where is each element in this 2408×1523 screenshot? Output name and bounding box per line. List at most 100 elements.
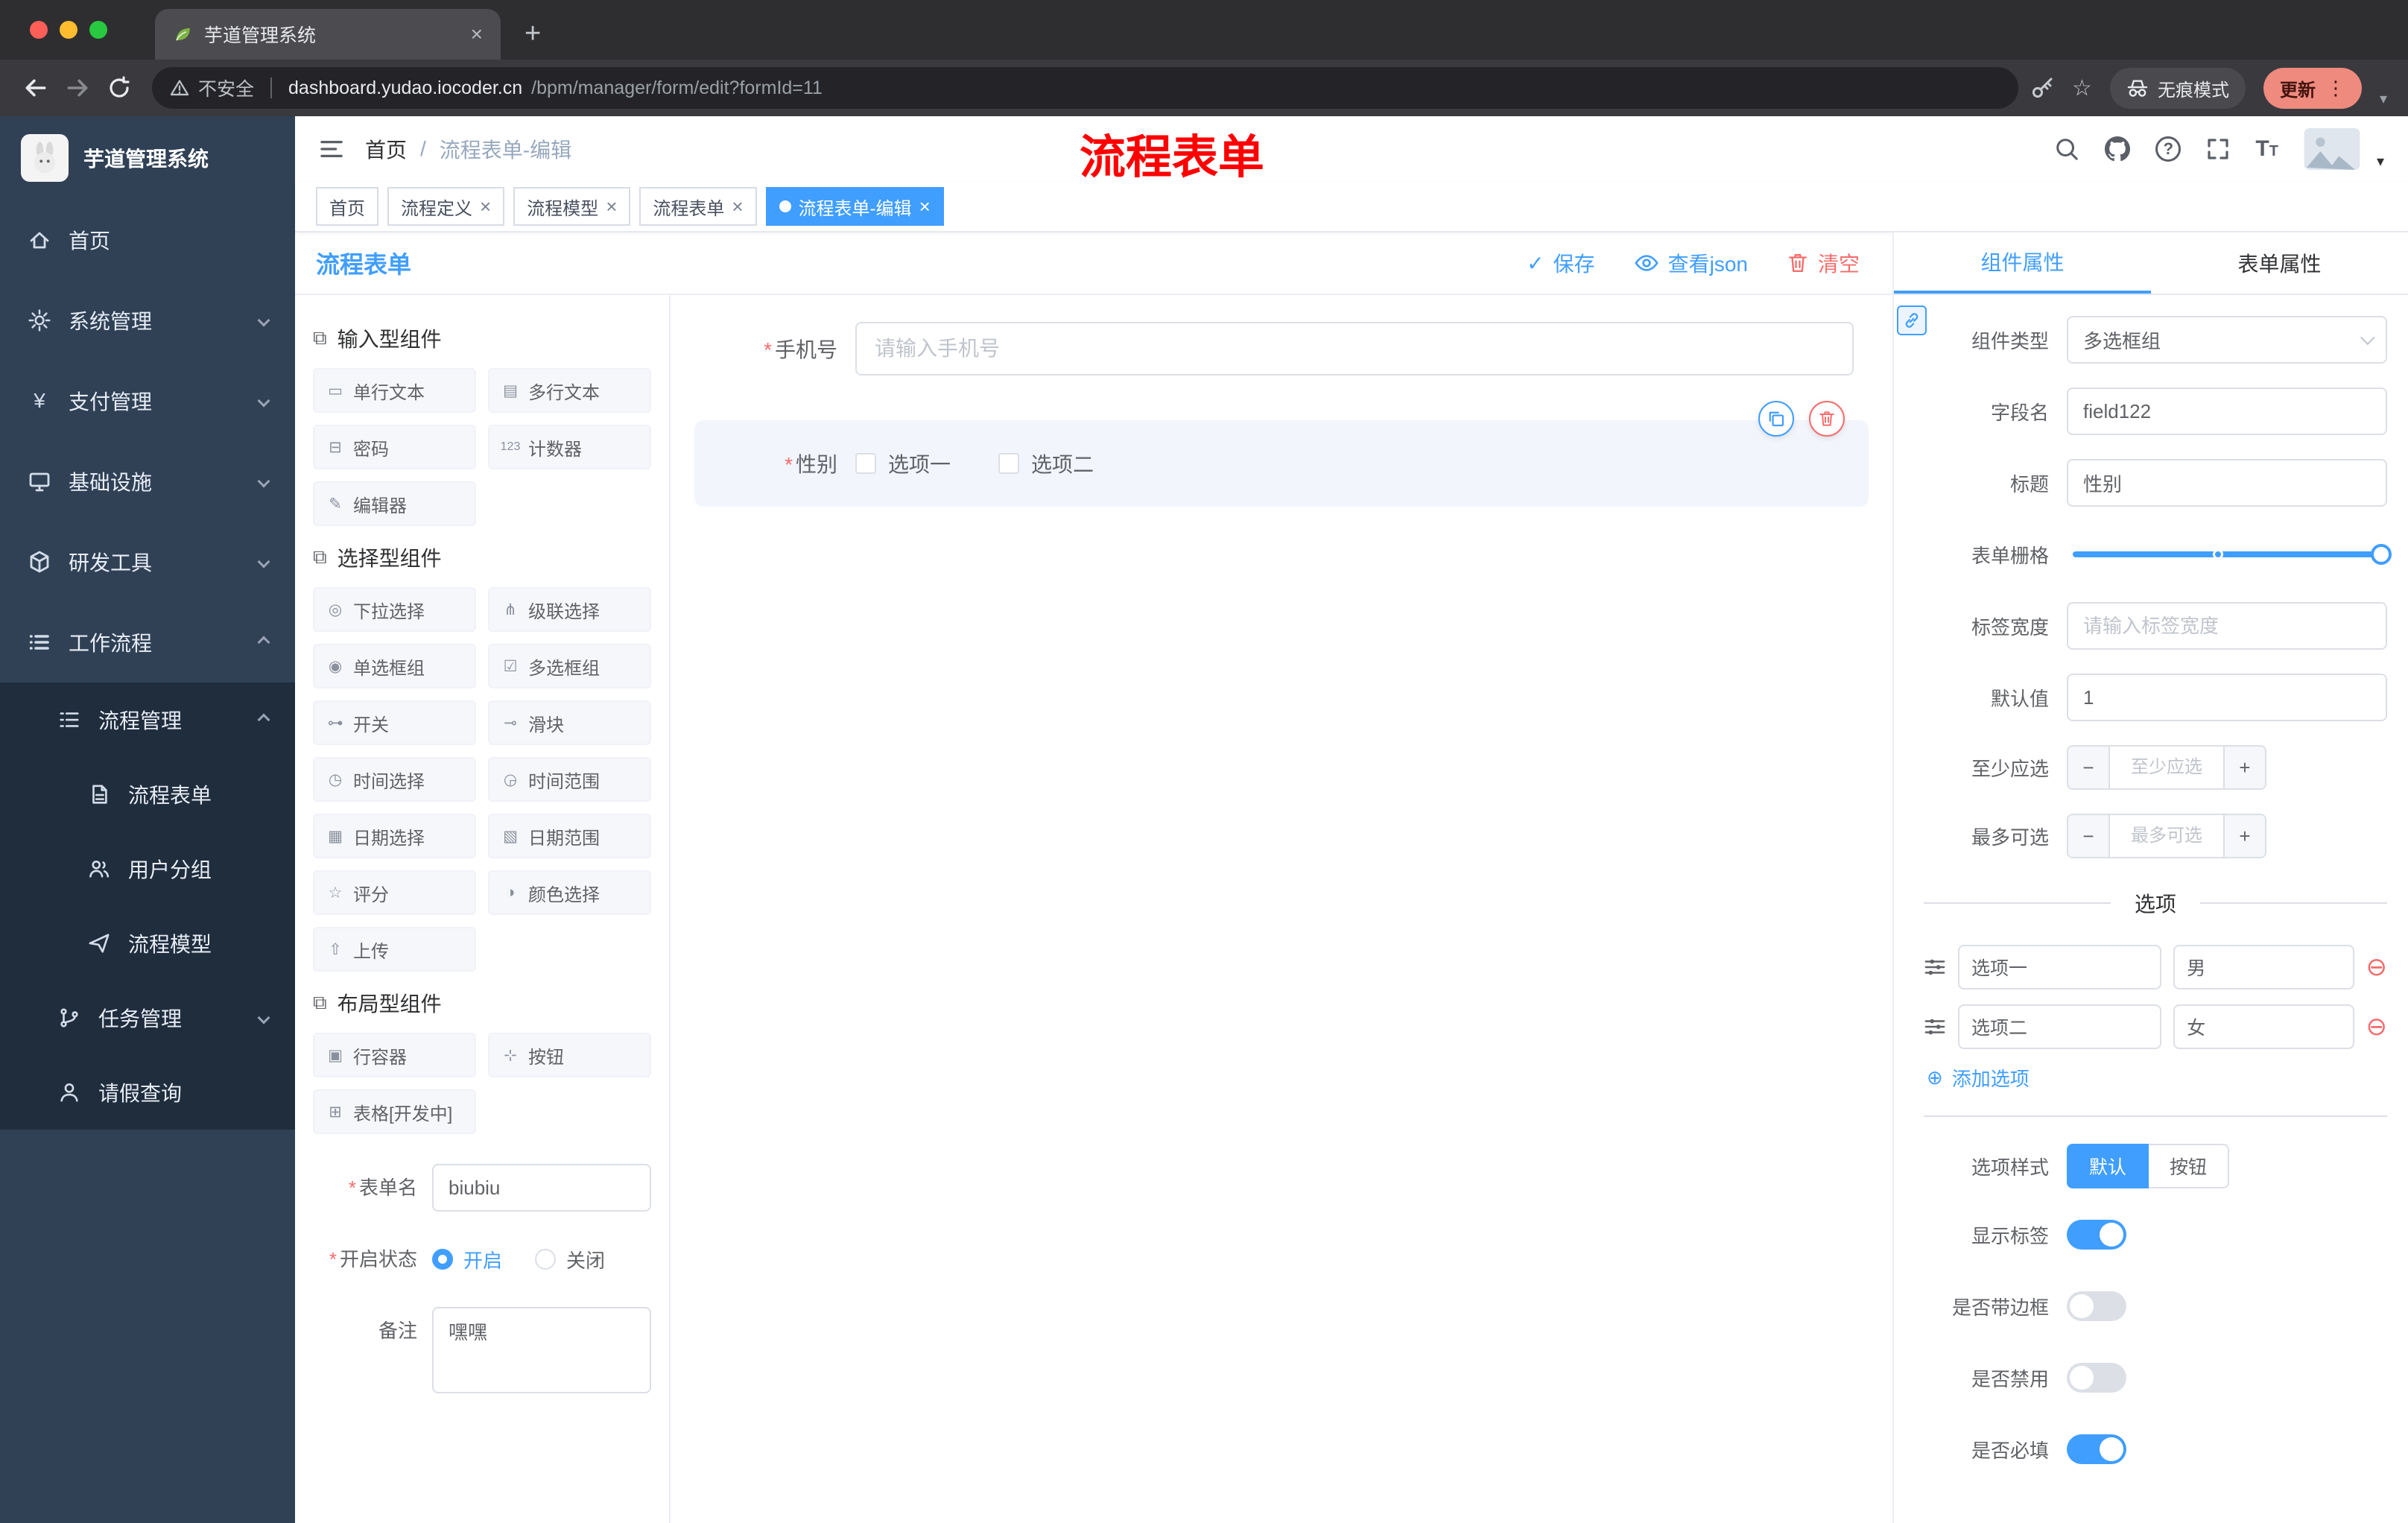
show-label-switch[interactable]	[2067, 1220, 2126, 1250]
form-remark-textarea[interactable]: 嘿嘿	[432, 1307, 651, 1393]
border-switch[interactable]	[2067, 1291, 2126, 1321]
component-type-select[interactable]: 多选框组	[2067, 316, 2387, 364]
sidebar-item-user-groups[interactable]: 用户分组	[0, 832, 295, 906]
phone-field-row[interactable]: * 手机号	[694, 322, 1869, 376]
tag-close-icon[interactable]: ×	[919, 195, 931, 218]
add-option-button[interactable]: ⊕ 添加选项	[1927, 1064, 2387, 1092]
sidebar-item-task-management[interactable]: 任务管理	[0, 981, 295, 1055]
window-maximize-button[interactable]	[89, 21, 107, 39]
component-slider[interactable]: ⊸ 滑块	[488, 700, 651, 745]
component-upload[interactable]: ⇧ 上传	[313, 927, 476, 972]
back-button[interactable]	[15, 67, 57, 109]
default-value-input[interactable]	[2067, 674, 2387, 721]
github-icon[interactable]	[2105, 136, 2131, 162]
stepper-decrease-button[interactable]: −	[2068, 815, 2110, 857]
radio-enabled[interactable]: 开启	[432, 1246, 502, 1273]
font-size-icon[interactable]: TT	[2255, 136, 2278, 162]
component-counter[interactable]: 123 计数器	[488, 425, 651, 469]
tag-close-icon[interactable]: ×	[480, 195, 491, 218]
stepper-increase-button[interactable]: +	[2223, 747, 2265, 788]
search-icon[interactable]	[2054, 136, 2079, 162]
max-select-input[interactable]	[2110, 815, 2223, 857]
component-editor[interactable]: ✎ 编辑器	[313, 481, 476, 526]
component-time-range[interactable]: ◶ 时间范围	[488, 757, 651, 802]
remove-option-icon[interactable]: ⊖	[2366, 1014, 2388, 1039]
sidebar-item-dev-tools[interactable]: 研发工具	[0, 522, 295, 602]
gender-checkbox-option2[interactable]: 选项二	[998, 449, 1094, 478]
hamburger-menu-icon[interactable]	[319, 138, 344, 160]
option1-label-input[interactable]	[1958, 945, 2162, 990]
radio-disabled[interactable]: 关闭	[535, 1246, 605, 1273]
selected-gender-field[interactable]: * 性别 选项一 选项二	[694, 401, 1869, 507]
component-color-picker[interactable]: ◑ 颜色选择	[488, 870, 651, 915]
help-question-icon[interactable]: ?	[2155, 136, 2182, 162]
fullscreen-icon[interactable]	[2206, 137, 2230, 161]
tag-process-form-edit[interactable]: 流程表单-编辑 ×	[765, 187, 944, 226]
sidebar-item-workflow[interactable]: 工作流程	[0, 602, 295, 683]
component-row-container[interactable]: ▣ 行容器	[313, 1033, 476, 1077]
copy-field-button[interactable]	[1758, 401, 1794, 437]
window-close-button[interactable]	[30, 21, 48, 39]
tab-component-props[interactable]: 组件属性	[1894, 232, 2151, 294]
toolbar-overflow-chevron-icon[interactable]: ▾	[2380, 89, 2387, 108]
avatar-caret-icon[interactable]: ▾	[2377, 152, 2384, 171]
delete-field-button[interactable]	[1809, 401, 1845, 437]
component-cascader[interactable]: ⋔ 级联选择	[488, 587, 651, 632]
drag-handle-icon[interactable]	[1924, 956, 1946, 978]
tag-close-icon[interactable]: ×	[606, 195, 617, 218]
component-rate[interactable]: ☆ 评分	[313, 870, 476, 915]
sidebar-item-home[interactable]: 首页	[0, 200, 295, 280]
gender-checkbox-option1[interactable]: 选项一	[855, 449, 951, 478]
save-button[interactable]: ✓ 保存	[1527, 248, 1594, 278]
new-tab-button[interactable]: +	[525, 19, 541, 48]
component-checkbox-group[interactable]: ☑ 多选框组	[488, 644, 651, 688]
sidebar-item-system-management[interactable]: 系统管理	[0, 280, 295, 361]
sidebar-item-process-form[interactable]: 流程表单	[0, 757, 295, 832]
browser-update-button[interactable]: 更新 ⋮	[2263, 67, 2362, 109]
component-date-picker[interactable]: ▦ 日期选择	[313, 814, 476, 858]
forward-button[interactable]	[57, 67, 98, 109]
component-time-picker[interactable]: ◷ 时间选择	[313, 757, 476, 802]
component-dropdown-select[interactable]: ◎ 下拉选择	[313, 587, 476, 632]
component-button[interactable]: ⊹ 按钮	[488, 1033, 651, 1077]
component-single-line-text[interactable]: ▭ 单行文本	[313, 368, 476, 413]
slider-handle[interactable]	[2371, 544, 2392, 565]
option1-value-input[interactable]	[2173, 945, 2354, 990]
browser-tab[interactable]: 芋道管理系统 ×	[155, 9, 501, 60]
style-default-button[interactable]: 默认	[2067, 1144, 2149, 1188]
label-width-input[interactable]	[2067, 602, 2387, 650]
component-table-wip[interactable]: ⊞ 表格[开发中]	[313, 1089, 476, 1134]
tag-process-definition[interactable]: 流程定义 ×	[387, 187, 505, 226]
component-radio-group[interactable]: ◉ 单选框组	[313, 644, 476, 688]
breadcrumb-home-link[interactable]: 首页	[365, 134, 407, 164]
reload-button[interactable]	[98, 67, 140, 109]
option2-value-input[interactable]	[2173, 1004, 2354, 1049]
stepper-increase-button[interactable]: +	[2223, 815, 2265, 857]
remove-option-icon[interactable]: ⊖	[2366, 954, 2388, 980]
sidebar-item-payment-management[interactable]: ¥ 支付管理	[0, 361, 295, 441]
form-canvas[interactable]: * 手机号 请输入手机号 * 性别 选项一 选项二	[671, 295, 1892, 1523]
sidebar-item-process-management[interactable]: 流程管理	[0, 683, 295, 757]
sidebar-item-leave-query[interactable]: 请假查询	[0, 1055, 295, 1130]
stepper-decrease-button[interactable]: −	[2068, 747, 2110, 788]
min-select-input[interactable]	[2110, 747, 2223, 788]
component-multi-line-text[interactable]: ▤ 多行文本	[488, 368, 651, 413]
component-switch[interactable]: ⊶ 开关	[313, 700, 476, 745]
sidebar-item-process-model[interactable]: 流程模型	[0, 906, 295, 981]
tab-form-props[interactable]: 表单属性	[2151, 232, 2408, 294]
option2-label-input[interactable]	[1958, 1004, 2162, 1049]
title-input[interactable]	[2067, 459, 2387, 507]
passwords-key-icon[interactable]	[2030, 76, 2054, 100]
tag-process-form[interactable]: 流程表单 ×	[639, 187, 757, 226]
disabled-switch[interactable]	[2067, 1363, 2126, 1393]
component-password[interactable]: ⊟ 密码	[313, 425, 476, 469]
tag-close-icon[interactable]: ×	[732, 195, 743, 218]
component-date-range[interactable]: ▧ 日期范围	[488, 814, 651, 858]
view-json-button[interactable]: 查看json	[1634, 248, 1748, 278]
clear-button[interactable]: 清空	[1787, 248, 1860, 278]
tag-home[interactable]: 首页	[316, 187, 378, 226]
form-name-input[interactable]	[432, 1164, 651, 1212]
link-chip-button[interactable]	[1897, 305, 1927, 335]
style-button-button[interactable]: 按钮	[2149, 1144, 2230, 1188]
browser-menu-kebab-icon[interactable]: ⋮	[2326, 77, 2345, 100]
